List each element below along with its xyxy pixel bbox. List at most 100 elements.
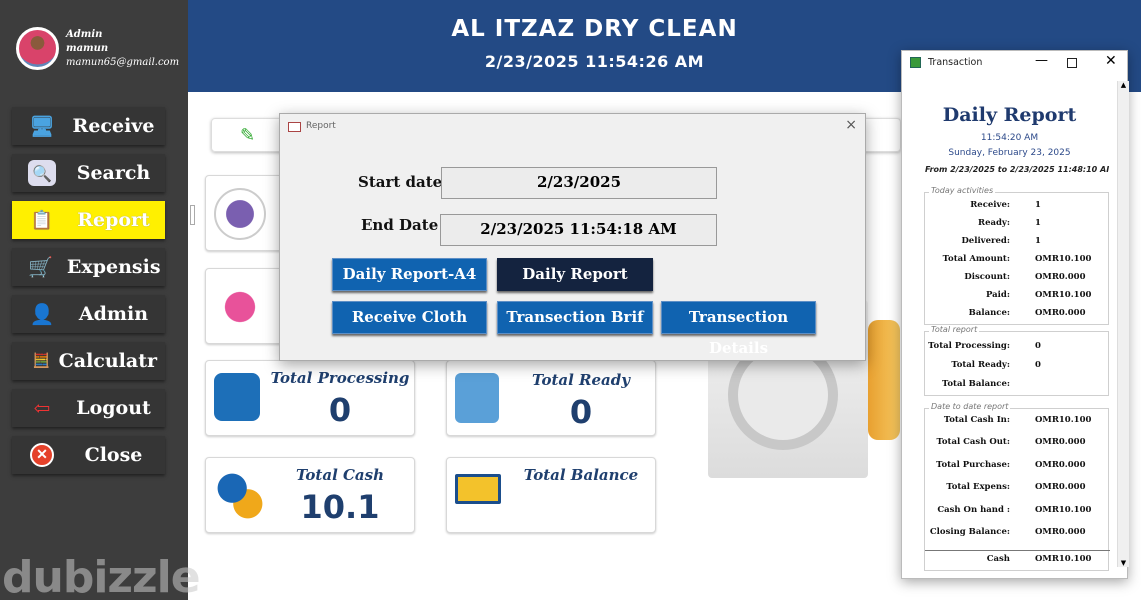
report-title: Daily Report xyxy=(942,104,1077,126)
row-value: 1 xyxy=(1035,236,1041,246)
row-label: Discount: xyxy=(964,272,1010,282)
header-datetime: 2/23/2025 11:54:26 AM xyxy=(484,52,705,71)
receive-cloth-button[interactable]: Receive Cloth xyxy=(332,301,487,334)
card-value: 0 xyxy=(328,391,352,429)
group-label: Total report xyxy=(929,325,980,334)
row-label: Total Expens: xyxy=(946,482,1010,493)
row-label: Paid: xyxy=(986,290,1010,300)
row-value: OMR10.100 xyxy=(1035,415,1092,425)
washing-machine-icon xyxy=(214,373,260,421)
row-value: 0 xyxy=(1035,360,1041,370)
app-title: AL ITZAZ DRY CLEAN xyxy=(451,16,738,42)
currency-exchange-icon xyxy=(214,470,266,522)
card-title: Total Processing xyxy=(270,369,410,387)
laundry-basket-icon xyxy=(214,188,266,240)
row-value: OMR0.000 xyxy=(1035,272,1086,282)
group-label: Date to date report xyxy=(929,402,1011,411)
end-date-field[interactable]: 2/23/2025 11:54:18 AM xyxy=(440,214,717,246)
row-value: OMR10.100 xyxy=(1035,290,1092,300)
cart-icon: 🛒 xyxy=(28,255,53,279)
row-value: OMR0.000 xyxy=(1035,482,1086,493)
sidebar-item-expensis[interactable]: 🛒 Expensis xyxy=(12,248,165,286)
row-value: 1 xyxy=(1035,200,1041,210)
report-dialog: Report × Start date 2/23/2025 End Date 2… xyxy=(279,113,866,361)
report-date: Sunday, February 23, 2025 xyxy=(948,148,1071,158)
start-date-field[interactable]: 2/23/2025 xyxy=(441,167,717,199)
minimize-button[interactable]: — xyxy=(1035,53,1048,68)
cash-value: OMR10.100 xyxy=(1035,554,1092,564)
avatar xyxy=(16,27,59,70)
row-label: Ready: xyxy=(978,218,1010,228)
splitter[interactable] xyxy=(190,205,195,225)
sidebar-item-calculatr[interactable]: 🧮 Calculatr xyxy=(12,342,165,380)
access-form-icon xyxy=(910,57,921,68)
total-report-group: Total report Total Processing: 0 Total Read… xyxy=(924,325,1109,396)
card-title: Total Ready xyxy=(532,371,630,389)
sidebar: Admin mamun mamun65@gmail.com 🖥 Receive 🔍… xyxy=(0,0,201,603)
row-value: 0 xyxy=(1035,341,1041,351)
row-value: OMR0.000 xyxy=(1035,308,1086,318)
sidebar-item-admin[interactable]: 👤 Admin xyxy=(12,295,165,333)
card-value: 10.1 xyxy=(300,488,380,526)
end-date-label: End Date xyxy=(361,216,439,234)
sidebar-item-label: Search xyxy=(76,162,151,184)
row-value: OMR0.000 xyxy=(1035,437,1086,448)
row-label: Delivered: xyxy=(961,236,1010,246)
sidebar-item-search[interactable]: 🔍 Search xyxy=(12,154,165,192)
row-label: Balance: xyxy=(968,308,1010,318)
logout-door-icon: ⇦ xyxy=(33,396,51,420)
row-label: Total Processing: xyxy=(928,341,1010,351)
scrollbar[interactable]: ▲ ▼ xyxy=(1117,81,1129,567)
window-close-button[interactable]: ✕ xyxy=(1105,53,1117,69)
clothes-pile-icon xyxy=(214,281,266,333)
user-role: Admin xyxy=(66,29,103,40)
user-name: mamun xyxy=(66,43,109,54)
card-total-processing: Total Processing 0 xyxy=(205,360,415,436)
sidebar-item-close[interactable]: ✕ Close xyxy=(12,436,165,474)
row-label: Total Purchase: xyxy=(936,459,1010,470)
calculator-icon: 🧮 xyxy=(32,353,51,369)
start-date-label: Start date xyxy=(358,173,443,191)
maximize-button[interactable] xyxy=(1067,58,1077,68)
row-label: Total Cash Out: xyxy=(936,437,1011,448)
daily-report-a4-button[interactable]: Daily Report-A4 xyxy=(332,258,487,291)
banknote-icon xyxy=(455,474,501,504)
sidebar-item-report[interactable]: 📋 Report xyxy=(12,201,165,239)
today-activities-group: Today activities Receive: 1 Ready: 1 Delivere… xyxy=(924,186,1109,325)
sidebar-item-label: Report xyxy=(77,209,150,231)
cash-row: Cash OMR10.100 xyxy=(925,550,1110,572)
card-total-balance: Total Balance xyxy=(446,457,656,533)
sidebar-item-label: Calculatr xyxy=(58,350,157,372)
row-value: OMR10.100 xyxy=(1035,254,1092,264)
sidebar-item-label: Close xyxy=(84,444,143,466)
sidebar-item-label: Logout xyxy=(76,397,151,419)
dialog-close-button[interactable]: × xyxy=(845,117,857,133)
report-tools-icon: ✎ xyxy=(240,125,256,146)
daily-report-button[interactable]: Daily Report xyxy=(497,258,653,291)
transection-details-button[interactable]: Transection Details xyxy=(661,301,816,357)
row-label: Total Ready: xyxy=(951,360,1010,370)
sidebar-item-label: Expensis xyxy=(66,256,161,278)
sidebar-item-logout[interactable]: ⇦ Logout xyxy=(12,389,165,427)
window-title: Transaction xyxy=(928,57,983,68)
row-value: OMR10.100 xyxy=(1035,504,1092,515)
detergent-image xyxy=(868,320,900,440)
close-icon: ✕ xyxy=(28,442,56,468)
cash-label: Cash xyxy=(986,554,1010,564)
sidebar-item-receive[interactable]: 🖥 Receive xyxy=(12,107,165,145)
card-title: Total Balance xyxy=(523,466,639,484)
card-total-cash: Total Cash 10.1 xyxy=(205,457,415,533)
report-time: 11:54:20 AM xyxy=(980,133,1039,143)
date-to-date-group: Date to date report Cash OMR10.100 Total … xyxy=(924,402,1110,572)
sidebar-item-label: Admin xyxy=(78,303,149,325)
row-value: 1 xyxy=(1035,218,1041,228)
transaction-window: Transaction — ✕ ▲ ▼ Daily Report 11:54:20… xyxy=(901,50,1129,579)
row-label: Closing Balance: xyxy=(929,527,1010,537)
row-label: Cash On hand : xyxy=(937,504,1010,515)
row-value: OMR0.000 xyxy=(1035,527,1086,537)
row-label: Total Balance: xyxy=(942,379,1010,389)
clipboard-icon: 📋 xyxy=(30,209,54,231)
transection-brif-button[interactable]: Transection Brif xyxy=(497,301,653,334)
report-range: From 2/23/2025 to 2/23/2025 11:48:10 AI xyxy=(925,165,1110,174)
hanger-shirt-icon xyxy=(455,373,499,423)
